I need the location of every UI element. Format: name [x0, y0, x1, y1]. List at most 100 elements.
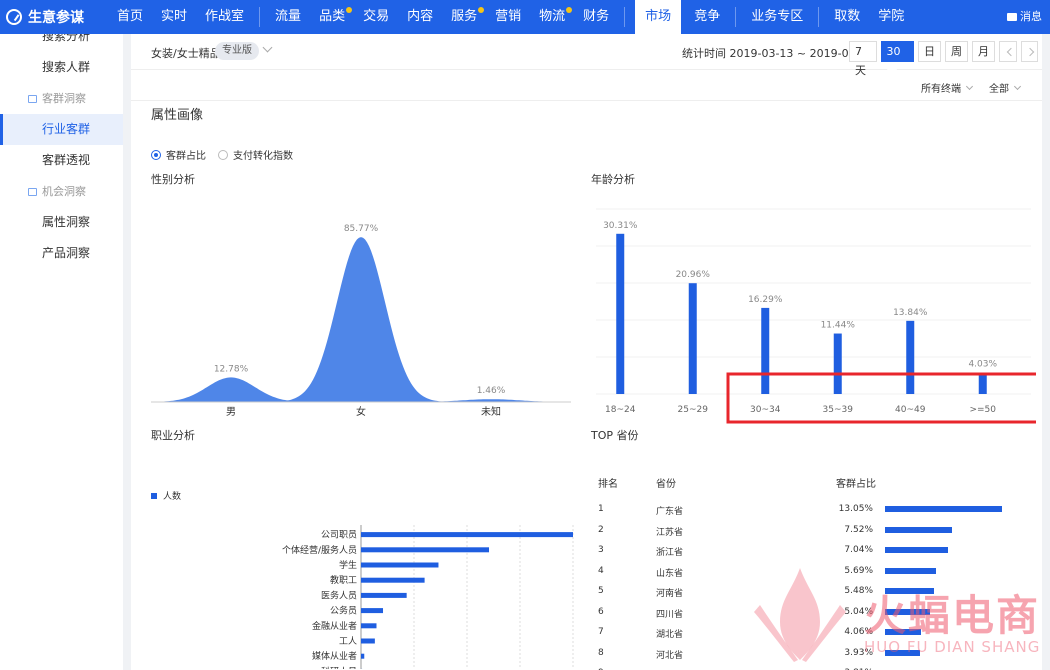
province-rank: 8 — [598, 647, 604, 658]
nav-item-label: 业务专区 — [751, 9, 804, 24]
gender-category-label: 男 — [226, 406, 236, 418]
app-logo[interactable]: 生意参谋 — [0, 7, 108, 27]
nav-item-2[interactable]: 作战室 — [196, 0, 253, 34]
gender-category-label: 女 — [356, 405, 366, 418]
occ-bar — [361, 653, 365, 659]
sidebar-label: 产品洞察 — [42, 246, 91, 260]
message-button[interactable]: 消息 — [1007, 0, 1042, 34]
notification-dot-icon — [346, 7, 353, 13]
date-button-2[interactable]: 日 — [918, 41, 942, 62]
radio-0[interactable] — [151, 149, 161, 160]
age-data-label: 11.44% — [821, 321, 856, 331]
divider — [131, 100, 1042, 101]
nav-item-label: 物流 — [539, 9, 566, 24]
nav-item-5[interactable]: 交易 — [354, 0, 398, 34]
occ-bar — [361, 608, 384, 614]
nav-item-0[interactable]: 首页 — [108, 0, 152, 34]
date-button-1[interactable]: 30天 — [880, 41, 915, 77]
filter-bar: 女装/女士精品 专业版 统计时间 2019-03-13 ~ 2019-04-11… — [131, 34, 1042, 77]
province-pct: 13.05% — [838, 504, 873, 514]
nav-item-1[interactable]: 实时 — [152, 0, 196, 34]
province-rank: 6 — [598, 606, 604, 617]
nav-item-8[interactable]: 营销 — [486, 0, 530, 34]
province-province: 山东省 — [656, 568, 684, 579]
sidebar-item-7[interactable]: 产品洞察 — [0, 238, 123, 269]
sidebar-item-0[interactable]: 搜索分析 — [0, 34, 123, 50]
edition-badge[interactable]: 专业版 — [215, 42, 259, 60]
nav-separator — [818, 7, 820, 27]
sidebar-item-3[interactable]: 行业客群 — [0, 114, 123, 145]
nav-item-label: 实时 — [161, 9, 188, 24]
age-category-label: 25~29 — [678, 405, 709, 415]
occ-bar — [361, 592, 407, 598]
occupation-chart: 人数0.00%6.50%13.00%19.50%26.00%公司职员个体经营/服… — [151, 490, 574, 669]
metric-radio-group: 客群占比 支付转化指数 — [151, 147, 305, 162]
nav-item-7[interactable]: 服务 — [442, 0, 486, 34]
chevron-down-icon[interactable] — [262, 42, 273, 53]
date-button-3[interactable]: 周 — [945, 41, 969, 62]
nav-item-3[interactable]: 流量 — [266, 0, 310, 34]
nav-item-label: 交易 — [363, 9, 390, 24]
date-button-0[interactable]: 7天 — [849, 41, 877, 77]
main-content: 女装/女士精品 专业版 统计时间 2019-03-13 ~ 2019-04-11… — [131, 34, 1042, 670]
table-row: 6 四川省 5.04% — [591, 603, 1031, 623]
nav-item-12[interactable]: 竞争 — [685, 0, 729, 34]
sidebar-label: 属性洞察 — [42, 215, 91, 229]
sidebar-label: 搜索分析 — [42, 34, 91, 43]
radio-1[interactable] — [218, 149, 228, 160]
chevron-left-icon[interactable] — [999, 41, 1017, 62]
category-selector[interactable]: 女装/女士精品 — [151, 45, 221, 61]
province-column-header: 省份 — [656, 479, 676, 490]
age-category-label: 35~39 — [823, 405, 854, 415]
nav-item-9[interactable]: 物流 — [530, 0, 574, 34]
table-row: 7 湖北省 4.06% — [591, 623, 1031, 643]
date-button-4[interactable]: 月 — [972, 41, 996, 62]
occ-category-label: 金融从业者 — [312, 620, 357, 632]
province-province: 广东省 — [656, 507, 684, 517]
all-select-value: 全部 — [989, 84, 1009, 95]
province-pct: 5.48% — [844, 586, 873, 596]
sidebar-item-4[interactable]: 客群透视 — [0, 145, 123, 176]
age-bar — [616, 233, 625, 394]
nav-item-6[interactable]: 内容 — [398, 0, 442, 34]
age-chart: 30.31% 18~24 20.96% 25~29 16.29% 30~34 11.44% 3… — [596, 208, 1036, 424]
nav-item-14[interactable]: 取数 — [825, 0, 869, 34]
all-select[interactable]: 全部 — [989, 80, 1022, 95]
sidebar-item-6[interactable]: 属性洞察 — [0, 207, 123, 238]
nav-item-13[interactable]: 业务专区 — [742, 0, 812, 34]
nav-item-label: 品类 — [319, 9, 346, 24]
radio-label[interactable]: 客群占比 — [166, 147, 206, 162]
nav-item-label: 服务 — [451, 9, 478, 24]
date-range-buttons: 7天 30天日周月 — [849, 41, 1042, 77]
occ-bar — [361, 577, 425, 583]
province-province: 浙江省 — [656, 548, 684, 558]
age-bar — [978, 372, 987, 394]
occ-category-label: 公司职员 — [321, 530, 357, 541]
terminal-select[interactable]: 所有终端 — [921, 80, 974, 95]
folder-icon — [28, 187, 37, 196]
province-rank: 5 — [598, 586, 604, 596]
occ-bar — [361, 638, 375, 644]
legend-label: 人数 — [163, 490, 181, 502]
gender-data-label: 1.46% — [477, 386, 506, 396]
nav-item-15[interactable]: 学院 — [869, 0, 913, 34]
sidebar-label: 行业客群 — [42, 122, 91, 136]
table-row: 5 河南省 5.48% — [591, 582, 1031, 602]
mail-icon — [1007, 13, 1017, 21]
app-name: 生意参谋 — [28, 10, 84, 26]
sidebar-item-1[interactable]: 搜索人群 — [0, 52, 123, 83]
age-category-label: >=50 — [969, 405, 996, 415]
occ-category-label: 个体经营/服务人员 — [282, 544, 357, 556]
nav-item-11[interactable]: 市场 — [635, 0, 682, 34]
radio-label[interactable]: 支付转化指数 — [233, 147, 293, 162]
nav-item-label: 竞争 — [694, 9, 721, 24]
nav-separator — [259, 7, 261, 27]
province-pct: 4.06% — [844, 627, 873, 637]
sidebar-label: 客群透视 — [42, 153, 91, 167]
province-province: 四川省 — [656, 609, 684, 620]
nav-item-10[interactable]: 财务 — [574, 0, 618, 34]
chevron-right-icon[interactable] — [1020, 41, 1039, 62]
nav-item-label: 内容 — [407, 9, 434, 24]
nav-item-4[interactable]: 品类 — [310, 0, 354, 34]
sidebar-label: 搜索人群 — [42, 60, 91, 74]
